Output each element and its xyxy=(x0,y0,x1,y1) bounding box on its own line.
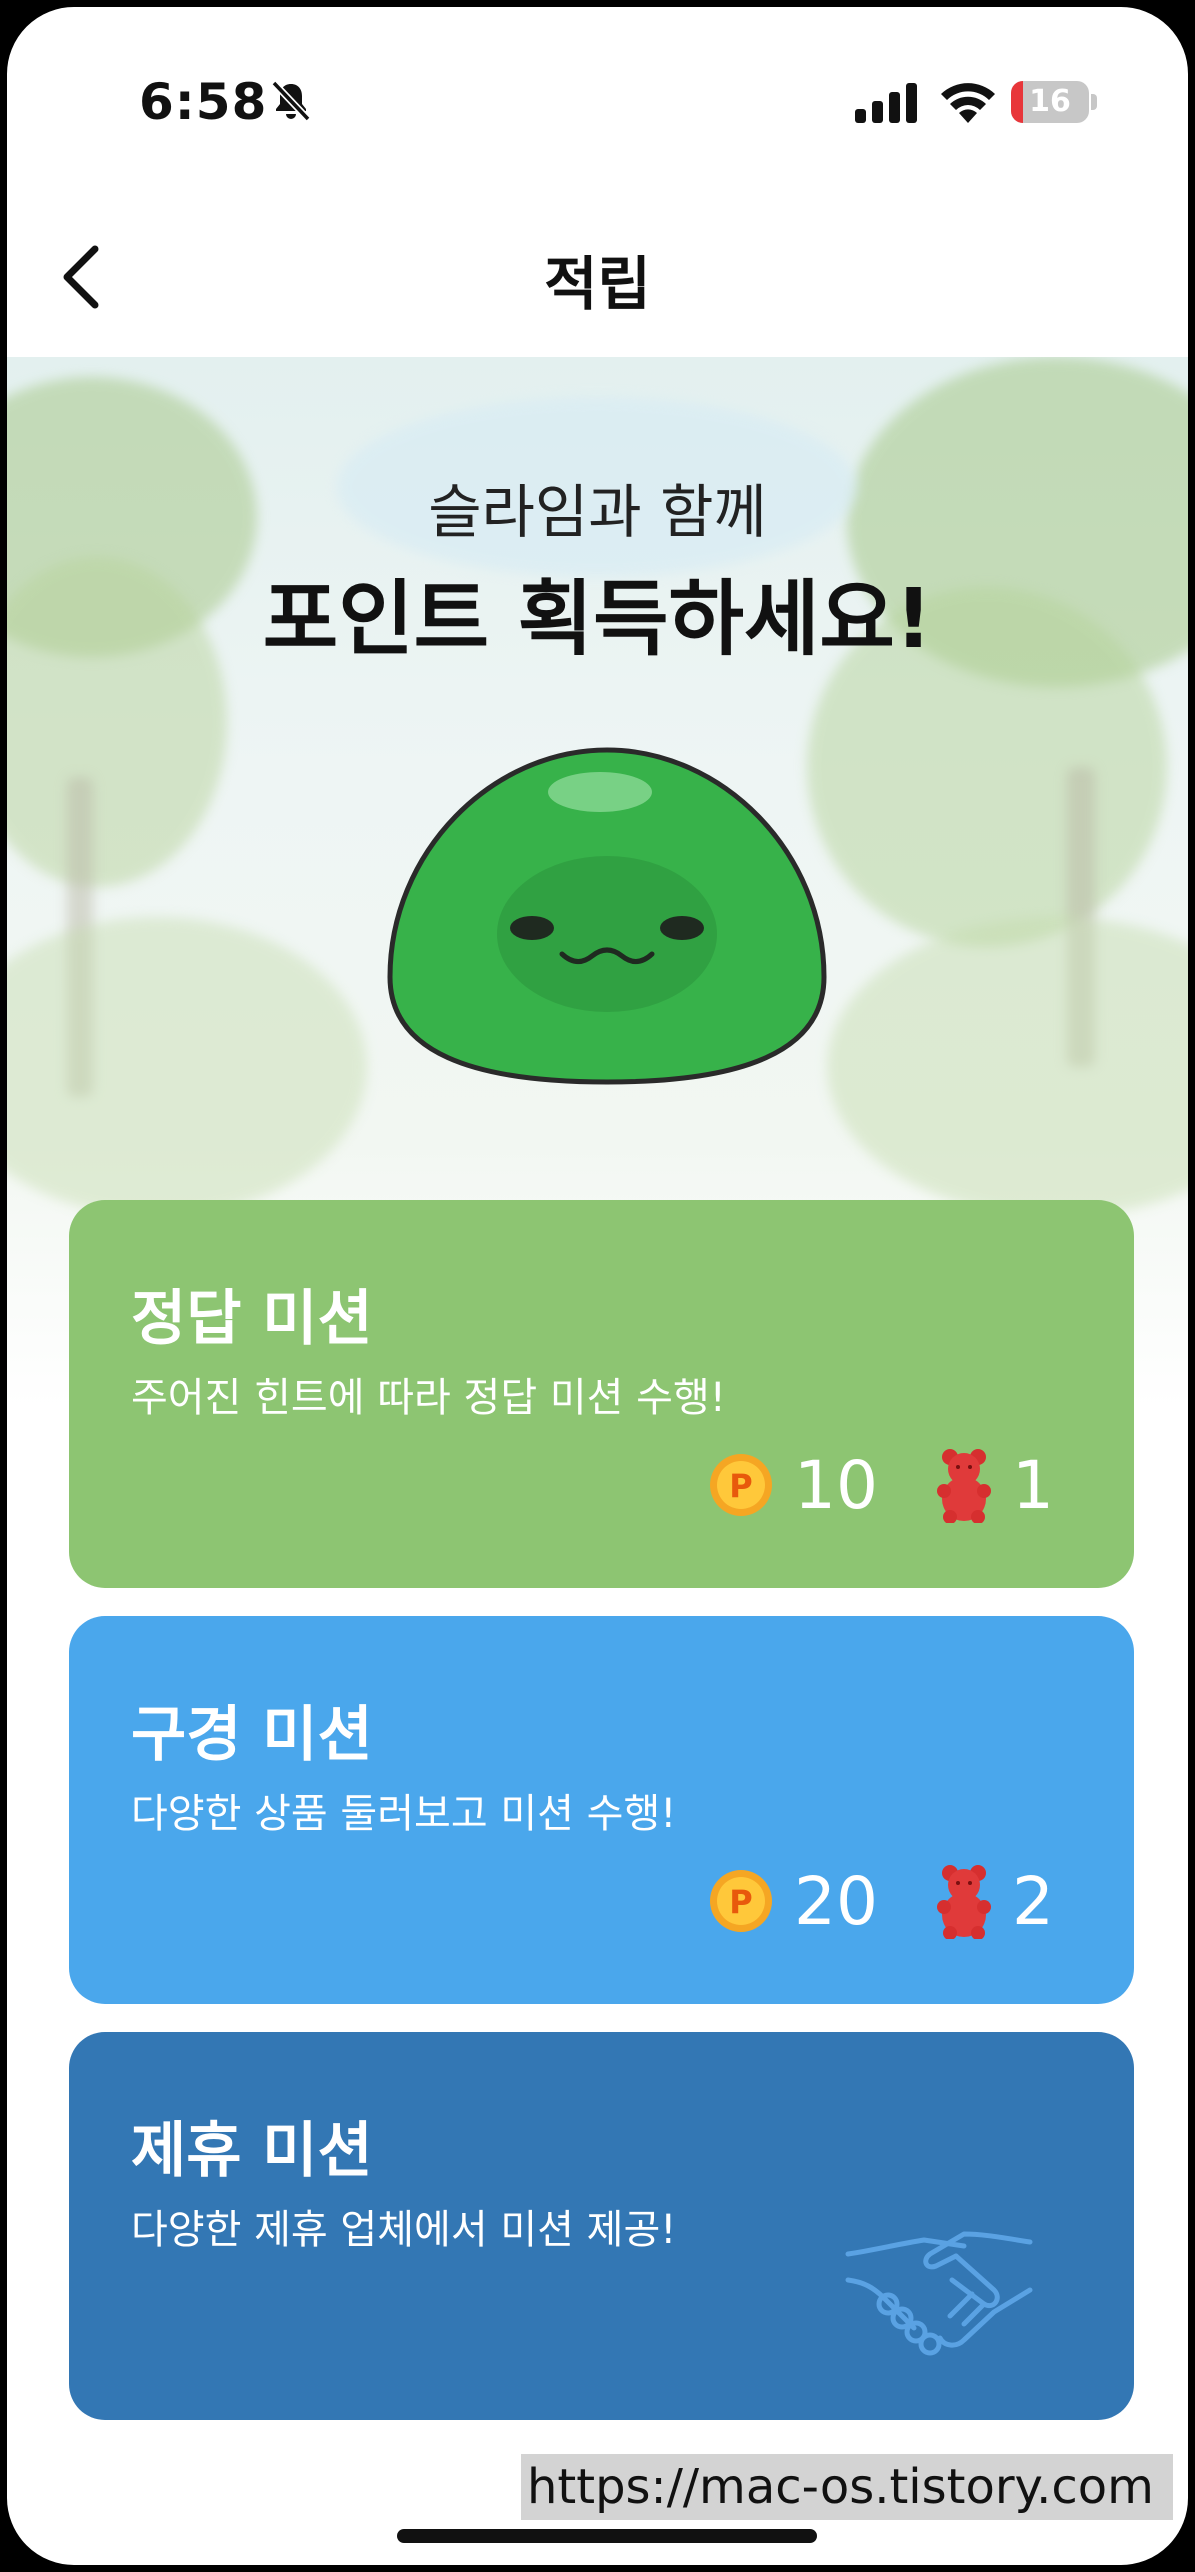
status-time: 6:58 xyxy=(139,73,268,131)
mission-card-browse[interactable]: 구경 미션 다양한 상품 둘러보고 미션 수행! P 20 2 xyxy=(69,1616,1134,2004)
battery-level: 16 xyxy=(1029,84,1071,119)
wifi-icon xyxy=(941,83,995,123)
navigation-bar: 적립 xyxy=(7,197,1188,357)
hero-title: 포인트 획득하세요! xyxy=(262,572,933,667)
hero-subtitle: 슬라임과 함께 xyxy=(428,478,767,546)
mission-title: 정답 미션 xyxy=(131,1284,373,1354)
mission-card-answer[interactable]: 정답 미션 주어진 힌트에 따라 정답 미션 수행! P 10 1 xyxy=(69,1200,1134,1588)
point-coin-icon: P xyxy=(710,1870,773,1932)
point-reward: 10 xyxy=(794,1446,878,1524)
home-indicator[interactable] xyxy=(397,2529,817,2543)
mission-title: 구경 미션 xyxy=(131,1700,373,1770)
watermark: https://mac-os.tistory.com xyxy=(521,2454,1173,2520)
point-coin-icon: P xyxy=(710,1454,773,1516)
slime-character xyxy=(387,747,827,1085)
gummy-bear-icon xyxy=(937,1865,991,1939)
mission-description: 주어진 힌트에 따라 정답 미션 수행! xyxy=(131,1375,726,1421)
page-title: 적립 xyxy=(544,250,651,318)
mission-description: 다양한 제휴 업체에서 미션 제공! xyxy=(131,2207,677,2253)
point-reward: 20 xyxy=(794,1862,878,1940)
gummy-bear-icon xyxy=(937,1449,991,1523)
mission-description: 다양한 상품 둘러보고 미션 수행! xyxy=(131,1791,677,1837)
svg-text:P: P xyxy=(729,1883,752,1921)
mission-rewards: P 20 2 xyxy=(708,1861,1054,1941)
phone-screen: 6:58 16 적립 슬라임과 함께 포인트 획득하세요! 정답 미션 주어진 … xyxy=(0,0,1195,2572)
status-bar: 6:58 16 xyxy=(7,7,1188,197)
mission-rewards: P 10 1 xyxy=(708,1445,1054,1525)
svg-text:P: P xyxy=(729,1467,752,1505)
handshake-icon xyxy=(845,2231,1033,2356)
bear-reward: 2 xyxy=(1012,1862,1054,1940)
bell-muted-icon xyxy=(271,80,311,122)
battery-icon: 16 xyxy=(1011,81,1097,123)
mission-title: 제휴 미션 xyxy=(131,2116,373,2186)
mission-card-partner[interactable]: 제휴 미션 다양한 제휴 업체에서 미션 제공! xyxy=(69,2032,1134,2420)
bear-reward: 1 xyxy=(1012,1446,1054,1524)
cellular-signal-icon xyxy=(855,83,917,123)
